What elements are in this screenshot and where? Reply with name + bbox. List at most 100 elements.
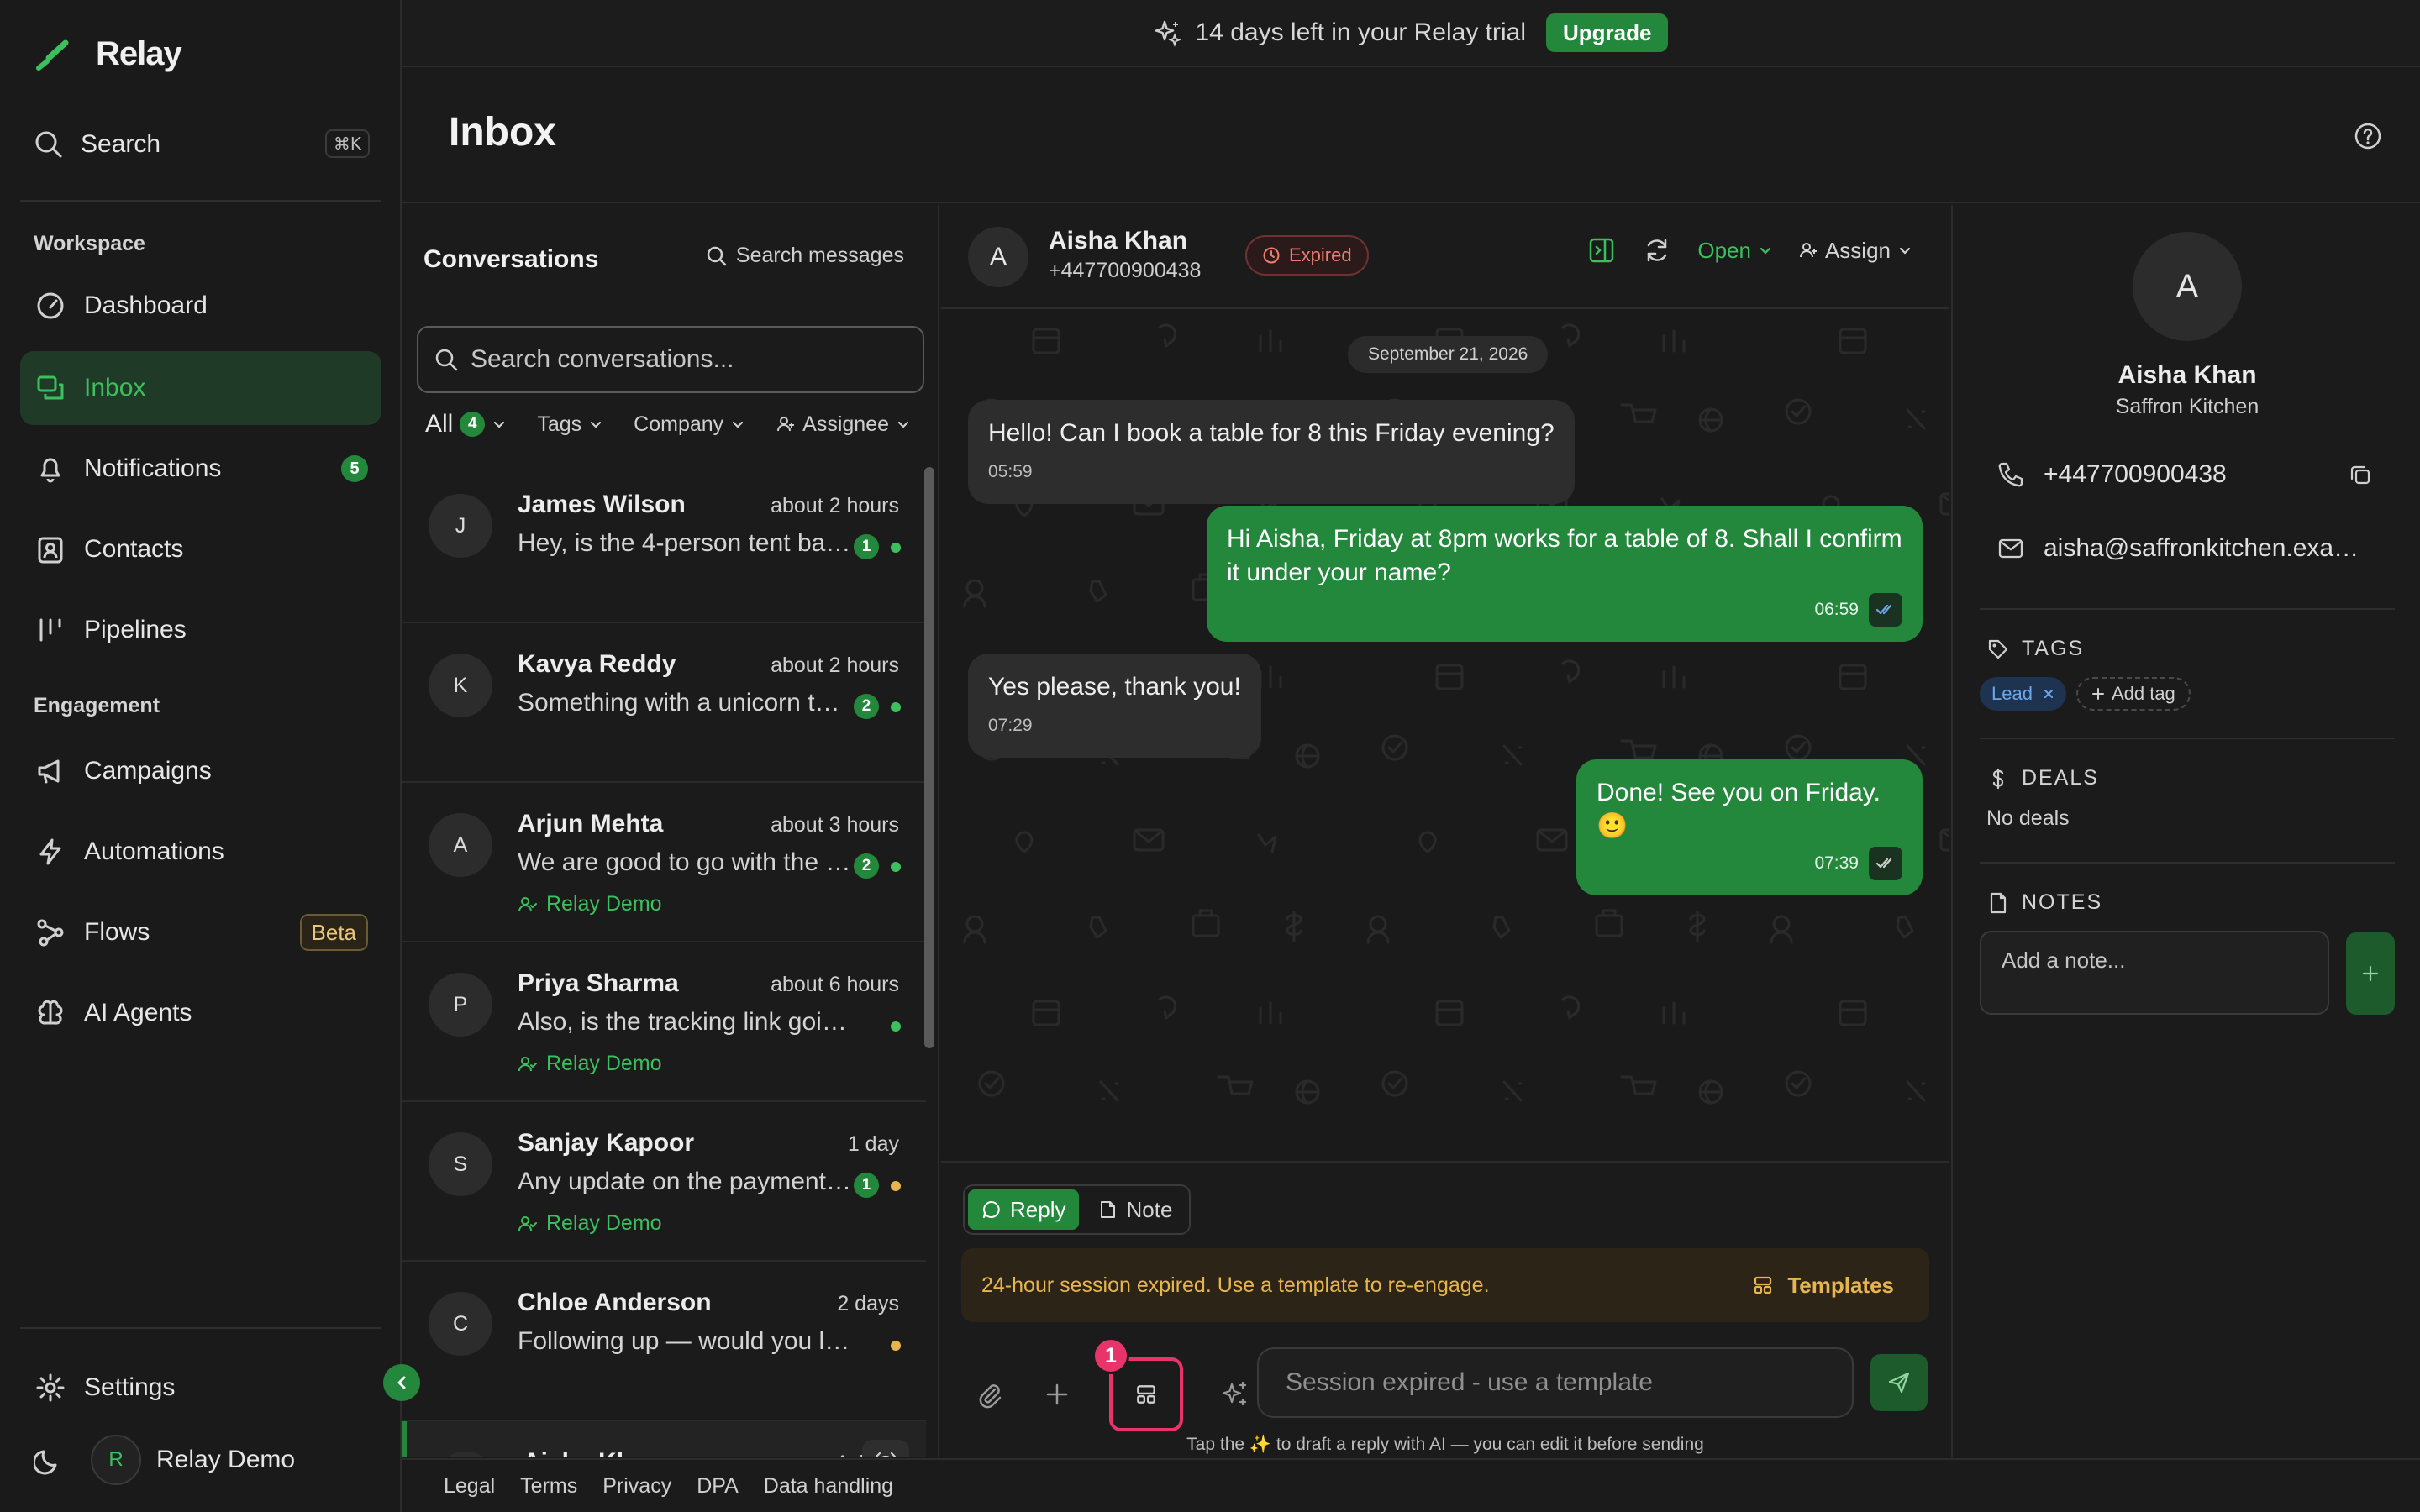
footer-link-terms[interactable]: Terms bbox=[520, 1474, 577, 1499]
sidebar-item-notifications[interactable]: Notifications 5 bbox=[20, 432, 381, 506]
message-thread[interactable]: September 21, 2026 Hello! Can I book a t… bbox=[941, 311, 1949, 1159]
conversations-title: Conversations bbox=[424, 245, 599, 273]
close-icon[interactable] bbox=[2043, 688, 2054, 700]
tag-chip[interactable]: Lead bbox=[1980, 677, 2066, 711]
plus-icon[interactable] bbox=[1042, 1379, 1072, 1410]
footer-link-data-handling[interactable]: Data handling bbox=[764, 1474, 893, 1499]
conversation-name: Arjun Mehta bbox=[518, 810, 664, 837]
avatar: J bbox=[429, 494, 492, 558]
conversation-preview: We are good to go with the 1... bbox=[518, 848, 854, 876]
step-badge: 1 bbox=[1092, 1337, 1129, 1374]
filter-tags[interactable]: Tags bbox=[537, 412, 603, 437]
filter-all[interactable]: All 4 bbox=[425, 410, 507, 438]
sidebar-item-contacts[interactable]: Contacts bbox=[20, 512, 381, 586]
assign-dropdown[interactable]: Assign bbox=[1798, 238, 1912, 264]
sidebar-item-flows[interactable]: Flows Beta bbox=[20, 895, 381, 969]
section-divider bbox=[1980, 608, 2395, 610]
message-bubble-outgoing[interactable]: Hi Aisha, Friday at 8pm works for a tabl… bbox=[1207, 506, 1923, 642]
conversation-name: Chloe Anderson bbox=[518, 1289, 712, 1316]
unread-count-badge: 1 bbox=[854, 1173, 879, 1198]
sidebar-divider bbox=[20, 1327, 381, 1329]
footer-link-privacy[interactable]: Privacy bbox=[602, 1474, 671, 1499]
sidebar-item-inbox[interactable]: Inbox bbox=[20, 351, 381, 425]
send-button[interactable] bbox=[1870, 1354, 1928, 1411]
composer-mode-tabs: Reply Note bbox=[963, 1184, 1192, 1235]
contact-email-row[interactable]: aisha@saffronkitchen.example.com bbox=[1996, 534, 2380, 563]
upgrade-button[interactable]: Upgrade bbox=[1546, 13, 1669, 52]
bolt-icon bbox=[34, 835, 67, 869]
conversation-time: about 6 hours bbox=[771, 973, 899, 996]
inbox-icon bbox=[34, 371, 67, 405]
sidebar-item-label: Contacts bbox=[84, 535, 184, 563]
message-bubble-outgoing[interactable]: Done! See you on Friday. 🙂 07:39 bbox=[1576, 759, 1923, 895]
plus-icon bbox=[2362, 965, 2379, 982]
sidebar-item-dashboard[interactable]: Dashboard bbox=[20, 269, 381, 343]
conversation-list-scrollbar[interactable] bbox=[924, 467, 934, 1048]
conversation-item[interactable]: A Arjun Mehta about 3 hours We are good to … bbox=[402, 783, 926, 942]
add-note-button[interactable] bbox=[2346, 932, 2395, 1015]
conversation-item[interactable]: J James Wilson about 2 hours Hey, is the 4-… bbox=[402, 464, 926, 623]
message-meta: 07:39 bbox=[1597, 847, 1902, 880]
conversation-search-input[interactable] bbox=[471, 345, 908, 374]
contact-company: Saffron Kitchen bbox=[2115, 395, 2260, 418]
tab-reply[interactable]: Reply bbox=[968, 1189, 1080, 1230]
footer-link-dpa[interactable]: DPA bbox=[697, 1474, 739, 1499]
sidebar-item-campaigns[interactable]: Campaigns bbox=[20, 734, 381, 808]
collapse-sidebar-button[interactable] bbox=[383, 1364, 420, 1401]
avatar: A bbox=[968, 227, 1028, 287]
status-dropdown[interactable]: Open bbox=[1697, 238, 1773, 264]
search-messages-button[interactable]: Search messages bbox=[706, 244, 904, 268]
conversation-item[interactable]: C Chloe Anderson 2 days Following up — woul… bbox=[402, 1262, 926, 1421]
paperclip-icon[interactable] bbox=[975, 1379, 1005, 1410]
unread-count-badge: 1 bbox=[854, 534, 879, 559]
message-input[interactable] bbox=[1286, 1368, 1823, 1397]
mail-icon bbox=[1998, 538, 2023, 559]
session-expired-notice: 24-hour session expired. Use a template … bbox=[961, 1248, 1929, 1322]
message-bubble-incoming[interactable]: Hello! Can I book a table for 8 this Fri… bbox=[968, 400, 1575, 504]
sidebar-item-ai-agents[interactable]: AI Agents bbox=[20, 976, 381, 1050]
conversation-search-box[interactable] bbox=[417, 326, 924, 393]
ai-sparkle-icon[interactable] bbox=[1220, 1379, 1250, 1410]
sidebar-item-label: Flows bbox=[84, 918, 150, 946]
conversation-item[interactable]: K Kavya Reddy about 2 hours Something with … bbox=[402, 623, 926, 783]
help-icon[interactable] bbox=[2353, 121, 2383, 151]
conversation-item[interactable]: S Sanjay Kapoor 1 day Any update on the pay… bbox=[402, 1102, 926, 1262]
sidebar-section-workspace: Workspace bbox=[34, 232, 145, 255]
user-menu[interactable]: R Relay Demo bbox=[34, 1435, 295, 1485]
brand[interactable]: Relay bbox=[34, 35, 182, 73]
notes-section-title: NOTES bbox=[1986, 890, 2102, 915]
add-tag-button[interactable]: Add tag bbox=[2075, 677, 2191, 711]
filter-assignee[interactable]: Assignee bbox=[776, 412, 911, 437]
beta-badge: Beta bbox=[299, 914, 368, 951]
snooze-button[interactable] bbox=[862, 1440, 909, 1457]
contact-phone-row[interactable]: +447700900438 bbox=[1996, 460, 2380, 489]
filter-company[interactable]: Company bbox=[634, 412, 745, 437]
sidebar-item-settings[interactable]: Settings bbox=[20, 1351, 381, 1425]
avatar: C bbox=[429, 1292, 492, 1356]
sidebar-search[interactable]: Search ⌘K bbox=[34, 124, 370, 165]
footer-link-legal[interactable]: Legal bbox=[444, 1474, 495, 1499]
conversation-item[interactable]: P Priya Sharma about 6 hours Also, is the t… bbox=[402, 942, 926, 1102]
conversation-item[interactable]: AAisha Khan4 dDone! See you on Friday. 🙂 bbox=[402, 1421, 926, 1457]
toggle-panel-icon[interactable] bbox=[1586, 235, 1617, 265]
chevron-left-icon bbox=[397, 1376, 406, 1389]
message-bubble-incoming[interactable]: Yes please, thank you! 07:29 bbox=[968, 654, 1261, 758]
insert-template-button[interactable]: 1 bbox=[1092, 1337, 1183, 1431]
message-input-box[interactable] bbox=[1257, 1347, 1854, 1418]
megaphone-icon bbox=[34, 754, 67, 788]
tab-note[interactable]: Note bbox=[1084, 1189, 1186, 1230]
chevron-down-icon bbox=[494, 421, 505, 428]
user-icon bbox=[777, 417, 795, 432]
conversation-time: about 2 hours bbox=[771, 494, 899, 517]
sidebar-item-pipelines[interactable]: Pipelines bbox=[20, 593, 381, 667]
note-input-box[interactable] bbox=[1980, 931, 2329, 1015]
status-badge-label: Expired bbox=[1289, 244, 1352, 265]
sidebar-item-label: Pipelines bbox=[84, 616, 187, 643]
copy-icon[interactable] bbox=[2348, 462, 2373, 487]
chevron-down-icon bbox=[1760, 247, 1771, 255]
refresh-icon[interactable] bbox=[1642, 235, 1672, 265]
templates-button[interactable]: Templates bbox=[1752, 1273, 1894, 1299]
sidebar-item-automations[interactable]: Automations bbox=[20, 815, 381, 889]
moon-icon[interactable] bbox=[34, 1445, 64, 1475]
note-input[interactable] bbox=[2002, 948, 2307, 998]
